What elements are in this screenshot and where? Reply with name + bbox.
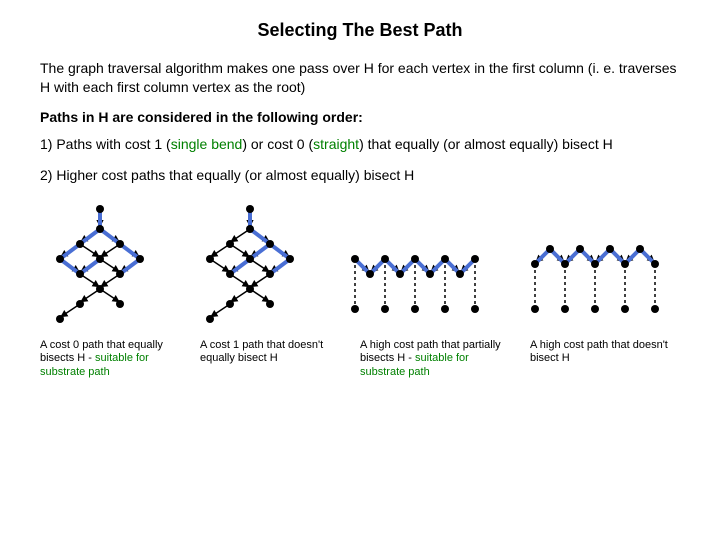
cap-2: A cost 1 path that doesn't equally bisec…: [200, 339, 340, 380]
page-title: Selecting The Best Path: [40, 20, 680, 41]
rule1-e: ) that equally (or almost equally) bisec…: [359, 136, 613, 152]
rule1-c: ) or cost 0 (: [242, 136, 313, 152]
fig-2: [190, 199, 320, 329]
cap-1: A cost 0 path that equally bisects H - s…: [40, 339, 180, 380]
order-heading: Paths in H are considered in the followi…: [40, 109, 680, 125]
intro-text: The graph traversal algorithm makes one …: [40, 59, 680, 97]
figure-row: [40, 199, 680, 329]
rule1-a: 1) Paths with cost 1 (: [40, 136, 171, 152]
fig-4: [520, 239, 680, 329]
caption-row: A cost 0 path that equally bisects H - s…: [40, 339, 680, 380]
rule1-d: straight: [313, 136, 359, 152]
cap-3: A high cost path that partially bisects …: [360, 339, 510, 380]
fig-1: [40, 199, 170, 329]
rule-1: 1) Paths with cost 1 (single bend) or co…: [40, 135, 680, 154]
rule1-b: single bend: [171, 136, 243, 152]
fig-3: [340, 239, 500, 329]
rule-2: 2) Higher cost paths that equally (or al…: [40, 166, 680, 185]
cap-4: A high cost path that doesn't bisect H: [530, 339, 680, 380]
